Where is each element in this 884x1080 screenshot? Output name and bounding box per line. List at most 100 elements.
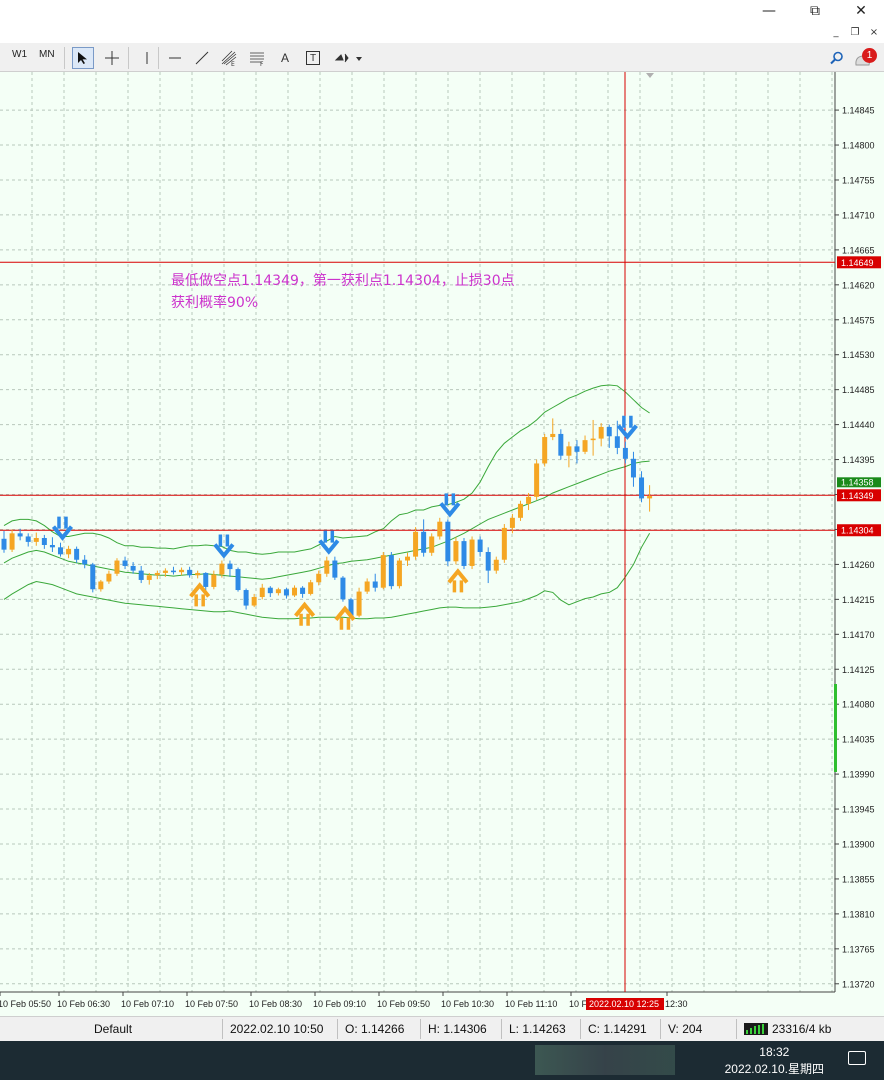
- close-button[interactable]: ✕: [838, 0, 884, 22]
- time-tick-label: 10 Feb 07:10: [121, 999, 174, 1009]
- candle-body: [227, 563, 233, 570]
- crosshair-icon[interactable]: [101, 47, 123, 69]
- minimize-button[interactable]: —: [746, 0, 792, 22]
- price-tick-label: 1.14620: [842, 280, 875, 290]
- signal-arrow-shaft: [299, 613, 310, 626]
- price-tick-label: 1.13900: [842, 839, 875, 849]
- timeframe-mn-button[interactable]: MN: [39, 49, 55, 60]
- price-tick-label: 1.14080: [842, 700, 875, 710]
- candle-body: [477, 539, 483, 552]
- price-tick-label: 1.14170: [842, 630, 875, 640]
- channel-icon[interactable]: F: [246, 47, 268, 69]
- candle-body: [308, 582, 314, 594]
- candle-body: [49, 544, 55, 548]
- toolbar-separator: [158, 47, 159, 69]
- candle-body: [542, 437, 548, 464]
- vertical-line-icon[interactable]: [136, 47, 158, 69]
- cursor-icon[interactable]: [72, 47, 94, 69]
- candle-body: [534, 463, 540, 497]
- price-tick-label: 1.14395: [842, 455, 875, 465]
- candle-body: [405, 556, 410, 561]
- annotation-line-2: 获利概率90%: [171, 295, 259, 311]
- candle-body: [598, 426, 604, 439]
- fibonacci-icon[interactable]: E: [218, 47, 240, 69]
- price-tick-label: 1.14665: [842, 245, 875, 255]
- candle-body: [90, 564, 96, 590]
- candle-body: [316, 573, 322, 583]
- signal-arrow-shaft: [339, 617, 351, 630]
- candle-body: [501, 527, 507, 560]
- candle-body: [74, 548, 80, 560]
- candle-body: [380, 555, 386, 588]
- trendline-icon[interactable]: [191, 47, 213, 69]
- chart-restore-button[interactable]: ❐: [847, 24, 863, 40]
- taskbar: 18:32 2022.02.10.星期四: [0, 1041, 884, 1080]
- svg-text:F: F: [260, 61, 264, 66]
- price-tick-label: 1.13990: [842, 770, 875, 780]
- bollinger-band-upper: [3, 384, 650, 555]
- candle-body: [130, 565, 136, 571]
- search-icon[interactable]: [826, 47, 848, 69]
- candle-body: [630, 458, 636, 478]
- status-bar: Default 2022.02.10 10:50 O: 1.14266 H: 1…: [0, 1016, 884, 1041]
- text-label-icon[interactable]: T: [302, 47, 324, 69]
- chart-close-button[interactable]: ×: [866, 24, 882, 40]
- candle-body: [396, 560, 402, 587]
- candle-body: [300, 587, 306, 594]
- timeframe-w1-button[interactable]: W1: [12, 49, 27, 60]
- candle-body: [275, 589, 281, 594]
- price-tick-label: 1.13810: [842, 909, 875, 919]
- candle-body: [493, 559, 499, 571]
- candle-body: [614, 436, 620, 448]
- price-tick-label: 1.14530: [842, 350, 875, 360]
- candle-body: [622, 447, 628, 459]
- chart-minimize-button[interactable]: _: [828, 24, 844, 40]
- level-price-label: 1.14349: [841, 491, 874, 501]
- candle-body: [332, 560, 338, 578]
- time-tick-label: 10 Feb 09:50: [377, 999, 430, 1009]
- signal-arrow-shaft: [57, 516, 68, 529]
- candle-body: [437, 521, 443, 537]
- price-tick-label: 1.13765: [842, 944, 875, 954]
- level-price-label: 1.14304: [841, 526, 874, 536]
- candle-body: [57, 547, 63, 555]
- taskbar-app-thumbnail[interactable]: [535, 1045, 675, 1075]
- menu-bar: _ ❐ ×: [0, 22, 884, 42]
- arrows-icon[interactable]: [332, 47, 366, 69]
- price-tick-label: 1.14125: [842, 665, 875, 675]
- candle-body: [187, 569, 193, 576]
- taskbar-clock[interactable]: 18:32 2022.02.10.星期四: [725, 1044, 824, 1078]
- candle-body: [82, 559, 88, 565]
- signal-arrow-shaft: [323, 530, 335, 543]
- buy-signal-arrow: [294, 601, 316, 626]
- price-tick-label: 1.14485: [842, 385, 875, 395]
- chart-shift-icon: [646, 73, 654, 78]
- candle-body: [219, 563, 225, 575]
- candle-body: [639, 477, 645, 499]
- candle-body: [453, 541, 459, 562]
- maximize-button[interactable]: ⧉: [792, 0, 838, 22]
- horizontal-line-icon[interactable]: [164, 47, 186, 69]
- candle-body: [114, 560, 120, 574]
- notifications-icon[interactable]: 1: [852, 47, 880, 69]
- candle-body: [170, 570, 176, 573]
- candle-body: [356, 591, 362, 616]
- buy-signal-arrow: [447, 568, 469, 593]
- candle-body: [647, 496, 653, 499]
- candle-body: [485, 551, 491, 571]
- candle-body: [33, 538, 39, 542]
- candle-body: [9, 533, 15, 550]
- candle-body: [469, 539, 475, 566]
- annotation-line-1: 最低做空点1.14349，第一获利点1.14304，止损30点: [171, 273, 515, 289]
- action-center-icon[interactable]: [848, 1051, 866, 1065]
- price-tick-label: 1.14710: [842, 210, 875, 220]
- price-chart[interactable]: 1.14845 1.14800 1.14755 1.14710 1.14665 1.146…: [0, 72, 884, 1016]
- time-tick-label: 10 Feb 05:50: [0, 999, 51, 1009]
- clock-date: 2022.02.10.星期四: [724, 1062, 824, 1076]
- sell-signal-arrow: [213, 534, 235, 559]
- price-tick-label: 1.14260: [842, 560, 875, 570]
- window-titlebar: — ⧉ ✕: [0, 0, 884, 22]
- text-icon[interactable]: A: [274, 47, 296, 69]
- candle-body: [98, 581, 104, 590]
- candle-body: [1, 538, 7, 550]
